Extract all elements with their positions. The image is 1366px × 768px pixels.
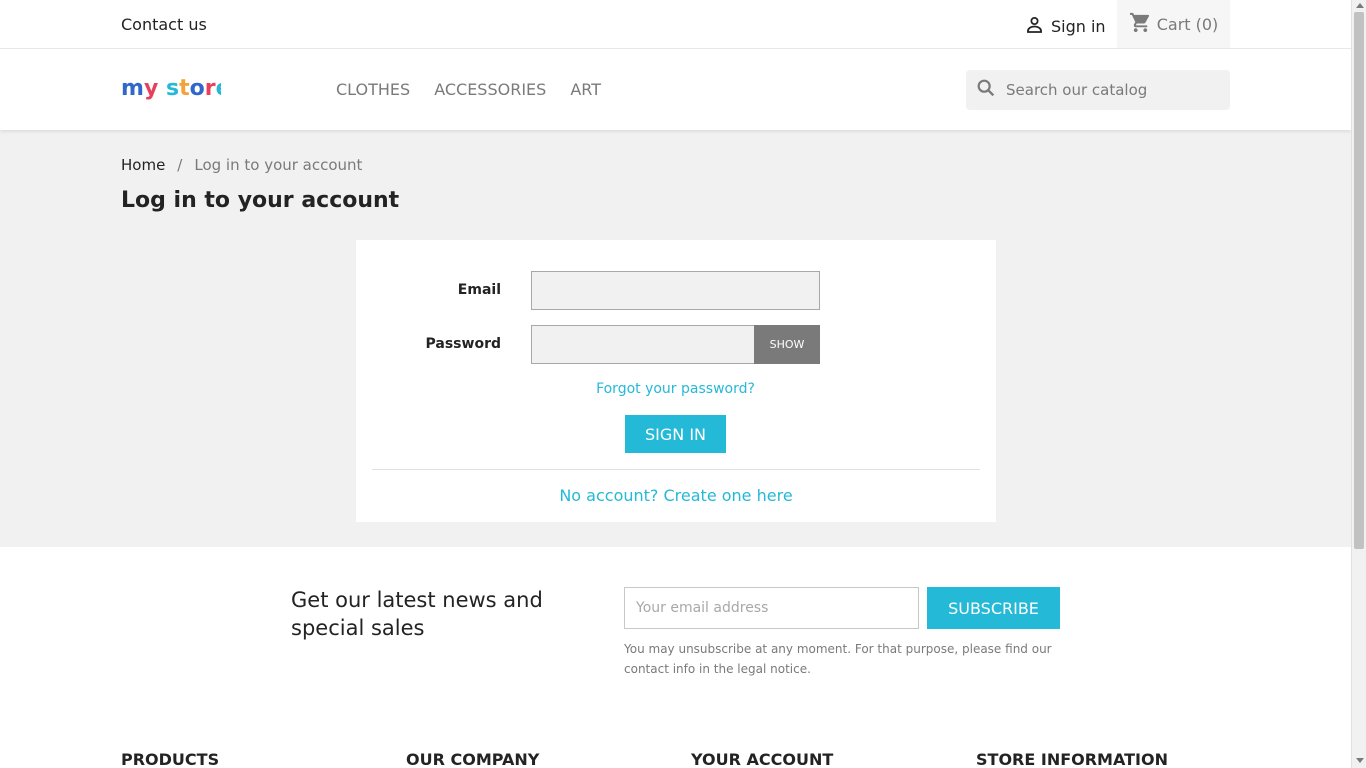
main-nav: CLOTHES ACCESSORIES ART <box>336 80 601 99</box>
top-bar: Contact us Sign in Cart (0) <box>0 0 1351 49</box>
nav-art[interactable]: ART <box>570 80 601 99</box>
password-field[interactable] <box>531 325 754 364</box>
page-scrollbar[interactable] <box>1351 0 1366 768</box>
contact-us-link[interactable]: Contact us <box>121 15 207 34</box>
subscribe-button[interactable]: SUBSCRIBE <box>927 587 1060 629</box>
user-icon <box>1024 14 1045 39</box>
site-header: my store CLOTHES ACCESSORIES ART <box>0 49 1351 130</box>
forgot-password-link[interactable]: Forgot your password? <box>531 381 820 397</box>
sign-in-link[interactable]: Sign in <box>1024 14 1106 39</box>
breadcrumb-home[interactable]: Home <box>121 156 165 174</box>
svg-text:my store: my store <box>121 76 221 101</box>
newsletter-title: Get our latest news and special sales <box>291 588 543 640</box>
sign-in-button[interactable]: SIGN IN <box>625 415 726 453</box>
shopping-cart-icon <box>1129 11 1152 38</box>
breadcrumb: Home / Log in to your account <box>121 156 362 174</box>
search-input[interactable] <box>1006 81 1216 99</box>
show-password-button[interactable]: SHOW <box>754 325 820 364</box>
search-icon[interactable] <box>966 77 997 103</box>
email-field[interactable] <box>531 271 820 310</box>
form-divider <box>372 469 980 470</box>
footer-company-heading: OUR COMPANY <box>406 750 540 768</box>
scroll-up-arrow-icon[interactable] <box>1356 3 1364 8</box>
newsletter-note: You may unsubscribe at any moment. For t… <box>624 642 1052 676</box>
cart-count: (0) <box>1195 14 1219 34</box>
scrollbar-thumb[interactable] <box>1354 12 1364 549</box>
cart-label: Cart <box>1156 14 1191 34</box>
breadcrumb-current: Log in to your account <box>194 156 363 174</box>
scroll-down-arrow-icon[interactable] <box>1356 758 1364 763</box>
search-box <box>966 70 1230 110</box>
sign-in-label: Sign in <box>1051 17 1106 36</box>
footer-account-heading: YOUR ACCOUNT <box>691 750 834 768</box>
store-logo[interactable]: my store <box>121 73 231 107</box>
cart-button[interactable]: Cart (0) <box>1117 0 1230 48</box>
login-form: Email Password SHOW Forgot your password… <box>356 240 996 522</box>
nav-accessories[interactable]: ACCESSORIES <box>434 80 546 99</box>
footer-products-heading: PRODUCTS <box>121 750 220 768</box>
footer-store-info-heading: STORE INFORMATION <box>976 750 1168 768</box>
newsletter-email-input[interactable] <box>624 587 919 629</box>
newsletter-section: Get our latest news and special sales SU… <box>0 547 1351 768</box>
email-label: Email <box>457 282 501 298</box>
page-title: Log in to your account <box>121 188 400 213</box>
create-account-link[interactable]: No account? Create one here <box>356 486 996 505</box>
breadcrumb-separator: / <box>177 156 183 174</box>
password-label: Password <box>425 336 501 352</box>
nav-clothes[interactable]: CLOTHES <box>336 80 410 99</box>
